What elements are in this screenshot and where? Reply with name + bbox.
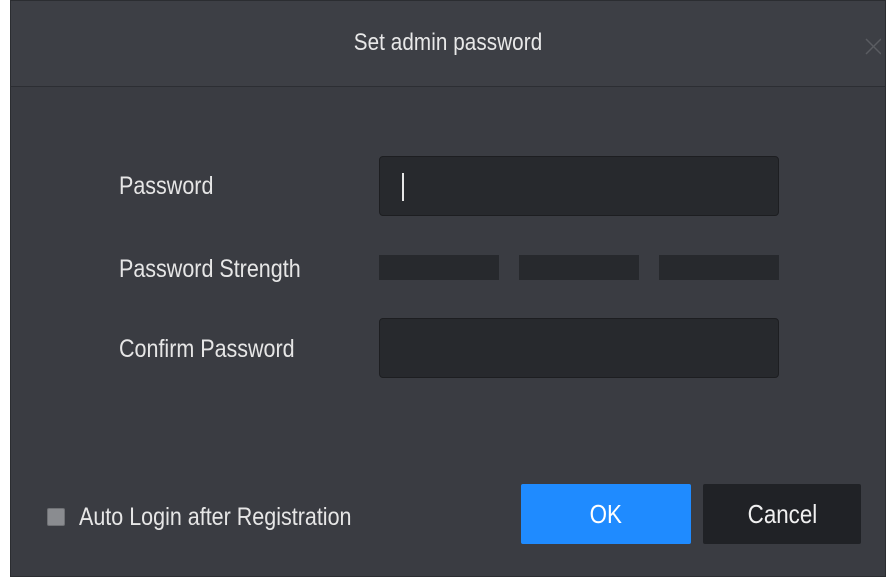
auto-login-label: Auto Login after Registration: [79, 502, 352, 531]
dialog-title: Set admin password: [353, 29, 543, 56]
password-label: Password: [119, 172, 214, 200]
strength-segment-1: [379, 255, 499, 280]
password-strength-label: Password Strength: [119, 255, 301, 283]
cancel-button-label: Cancel: [747, 498, 817, 529]
confirm-password-input[interactable]: [380, 319, 778, 377]
close-icon[interactable]: [863, 33, 881, 57]
set-admin-password-dialog: Set admin password Password Password Str…: [10, 0, 886, 577]
text-caret: [402, 173, 404, 201]
ok-button[interactable]: OK: [521, 484, 691, 544]
password-field-container: [379, 156, 779, 216]
confirm-password-label: Confirm Password: [119, 335, 295, 363]
strength-segment-3: [659, 255, 779, 280]
ok-button-label: OK: [589, 498, 623, 529]
password-input[interactable]: [380, 157, 778, 215]
strength-segment-2: [519, 255, 639, 280]
auto-login-checkbox[interactable]: [47, 508, 65, 526]
dialog-titlebar: Set admin password: [11, 1, 885, 87]
cancel-button[interactable]: Cancel: [703, 484, 861, 544]
auto-login-option[interactable]: Auto Login after Registration: [47, 499, 396, 535]
confirm-password-field-container: [379, 318, 779, 378]
